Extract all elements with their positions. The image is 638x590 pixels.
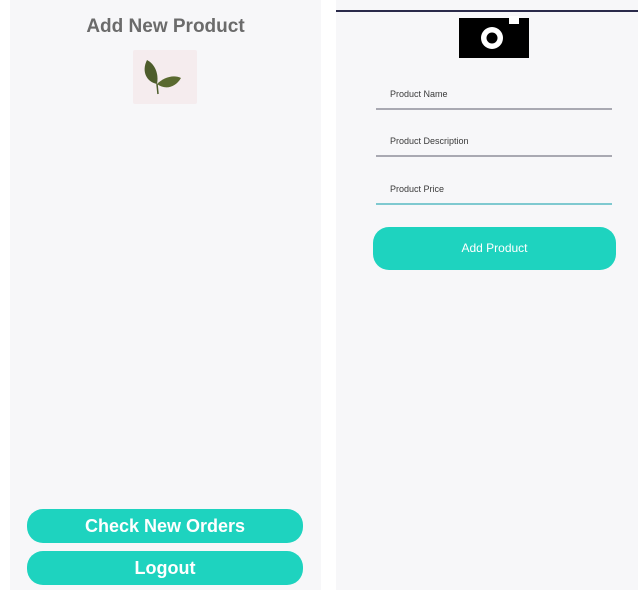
check-new-orders-button[interactable]: Check New Orders [27,509,303,543]
product-name-input[interactable] [376,80,612,110]
app-canvas: Add New Product Check New Orders Logout … [0,0,638,590]
camera-button[interactable] [459,16,529,58]
product-image[interactable] [133,50,197,104]
logout-button[interactable]: Logout [27,551,303,585]
top-divider [336,10,638,12]
page-title: Add New Product [86,16,245,37]
camera-icon [459,16,529,58]
leaf-sprout-icon [144,60,181,95]
product-price-input[interactable] [376,175,612,205]
add-product-button[interactable]: Add Product [373,227,616,270]
add-product-screen: Add Product [336,0,638,590]
seller-home-screen: Add New Product Check New Orders Logout [10,0,321,590]
product-description-input[interactable] [376,127,612,157]
